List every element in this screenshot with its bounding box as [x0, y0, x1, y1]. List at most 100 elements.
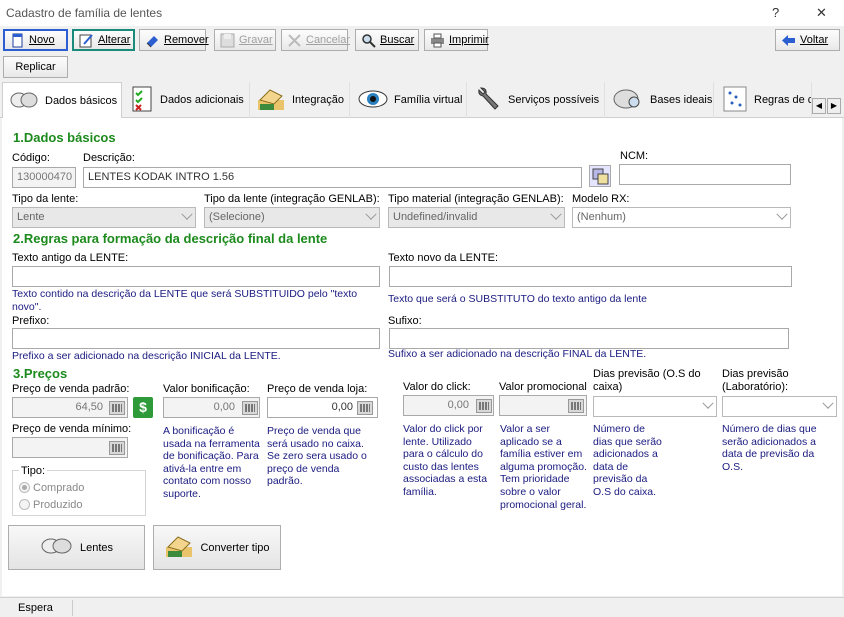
produzido-radio[interactable]: Produzido	[19, 499, 83, 511]
click-help: Valor do click por lente. Utilizado para…	[403, 423, 488, 498]
novo-button[interactable]: Novo	[3, 29, 68, 51]
novo-label: Novo	[29, 34, 55, 46]
sufixo-field[interactable]	[389, 328, 789, 349]
loja-label: Preço de venda loja:	[267, 383, 368, 395]
buscar-button[interactable]: Buscar	[355, 29, 419, 51]
calculator-icon[interactable]	[476, 399, 492, 413]
tab-bases-ideais[interactable]: Bases ideais	[606, 82, 714, 118]
status-bar: Espera	[0, 597, 844, 617]
modelo-value: (Nenhum)	[577, 211, 626, 223]
translate-icon[interactable]	[589, 165, 611, 187]
tipo-genlab-value: (Selecione)	[209, 211, 265, 223]
produzido-label: Produzido	[33, 499, 83, 511]
tab-regras[interactable]: Regras de c	[716, 82, 812, 118]
tab-label: Dados adicionais	[160, 94, 244, 106]
tab-dados-basicos[interactable]: Dados básicos	[2, 82, 122, 119]
lens-search-icon	[612, 88, 644, 113]
modelo-select[interactable]: (Nenhum)	[572, 207, 791, 228]
ncm-label: NCM:	[620, 150, 649, 162]
chevron-down-icon	[365, 208, 377, 220]
remover-button[interactable]: Remover	[139, 29, 209, 51]
texto-antigo-field[interactable]	[12, 266, 380, 287]
calculator-icon[interactable]	[568, 399, 584, 413]
calculator-icon[interactable]	[357, 401, 373, 415]
close-button[interactable]: ✕	[816, 5, 827, 21]
buscar-label: Buscar	[380, 34, 415, 46]
tab-integracao[interactable]: Integração	[250, 82, 350, 118]
handshake-icon	[256, 86, 286, 115]
tipo-genlab-label: Tipo da lente (integração GENLAB):	[204, 193, 380, 205]
cancelar-label: Cancelar	[306, 34, 351, 46]
comprado-label: Comprado	[33, 482, 85, 494]
chevron-down-icon	[181, 208, 193, 220]
cancelar-button[interactable]: Cancelar	[281, 29, 351, 51]
converter-tipo-button[interactable]: Converter tipo	[153, 525, 281, 570]
antigo-label: Texto antigo da LENTE:	[12, 252, 129, 264]
codigo-label: Código:	[12, 152, 50, 164]
tipo-lente-label: Tipo da lente:	[12, 193, 79, 205]
section-title-dados-basicos: 1.Dados básicos	[13, 130, 116, 145]
alterar-button[interactable]: Alterar	[72, 29, 135, 51]
lentes-button[interactable]: Lentes	[8, 525, 145, 570]
descricao-field[interactable]: LENTES KODAK INTRO 1.56	[83, 167, 582, 188]
calculator-icon[interactable]	[109, 401, 125, 415]
caixa-select[interactable]	[593, 396, 717, 417]
status-text: Espera	[18, 602, 53, 614]
lens-icon	[9, 91, 39, 112]
voltar-button[interactable]: Voltar	[775, 29, 840, 51]
loja-help: Preço de venda que será usado no caixa. …	[267, 425, 367, 488]
material-value: Undefined/invalid	[393, 211, 478, 223]
cancel-icon	[287, 33, 302, 48]
back-arrow-icon	[781, 33, 796, 48]
replicar-button[interactable]: Replicar	[3, 56, 68, 78]
printer-icon	[430, 33, 445, 48]
search-icon	[361, 33, 376, 48]
calculator-icon[interactable]	[242, 401, 258, 415]
bonif-label: Valor bonificação:	[163, 383, 250, 395]
radio-icon	[19, 482, 30, 493]
chevron-down-icon	[550, 208, 562, 220]
lab-select[interactable]	[722, 396, 837, 417]
lentes-label: Lentes	[79, 541, 114, 554]
help-button[interactable]: ?	[772, 5, 779, 20]
imprimir-button[interactable]: Imprimir	[424, 29, 489, 51]
dots-chart-icon	[722, 85, 748, 116]
minimo-label: Preço de venda mínimo:	[12, 423, 132, 435]
tab-dados-adicionais[interactable]: Dados adicionais	[124, 82, 250, 118]
promo-label: Valor promocional	[499, 381, 587, 393]
comprado-radio[interactable]: Comprado	[19, 482, 84, 494]
codigo-field[interactable]: 130000470	[12, 167, 76, 188]
venda-label: Preço de venda padrão:	[12, 383, 130, 395]
dollar-icon[interactable]: $	[133, 397, 153, 418]
material-label: Tipo material (integração GENLAB):	[388, 193, 564, 205]
tab-servicos-possiveis[interactable]: Serviços possíveis	[470, 82, 605, 118]
tab-scroll-right[interactable]: ▶	[827, 98, 841, 114]
save-icon	[220, 33, 235, 48]
prefixo-field[interactable]	[12, 328, 380, 349]
prefixo-label: Prefixo:	[12, 315, 50, 327]
texto-novo-field[interactable]	[389, 266, 792, 287]
tab-scroll-left[interactable]: ◀	[812, 98, 826, 114]
tipo-lente-select[interactable]: Lente	[12, 207, 196, 228]
material-select[interactable]: Undefined/invalid	[388, 207, 565, 228]
tipo-label: Tipo:	[19, 465, 48, 477]
radio-icon	[19, 499, 30, 510]
calculator-icon[interactable]	[109, 441, 125, 455]
tab-familia-virtual[interactable]: Família virtual	[352, 82, 467, 118]
caixa-label: Dias previsão (O.S do caixa)	[593, 368, 701, 393]
novo-help: Texto que será o SUBSTITUTO do texto ant…	[388, 293, 647, 305]
tipo-genlab-select[interactable]: (Selecione)	[204, 207, 380, 228]
caixa-help: Número de dias que serão adicionados a d…	[593, 423, 662, 498]
ncm-field[interactable]	[619, 164, 791, 185]
eye-icon	[358, 89, 388, 112]
modelo-label: Modelo RX:	[572, 193, 630, 205]
sufixo-help: Sufixo a ser adicionado na descrição FIN…	[388, 348, 647, 360]
section-title-precos: 3.Preços	[13, 366, 68, 381]
gravar-button[interactable]: Gravar	[214, 29, 276, 51]
voltar-label: Voltar	[800, 34, 829, 46]
tab-label: Regras de c	[754, 94, 812, 106]
chevron-down-icon	[776, 208, 788, 220]
sufixo-label: Sufixo:	[388, 315, 422, 327]
lab-help: Número de dias que serão adicionados a d…	[722, 423, 817, 473]
tab-label: Bases ideais	[650, 94, 713, 106]
